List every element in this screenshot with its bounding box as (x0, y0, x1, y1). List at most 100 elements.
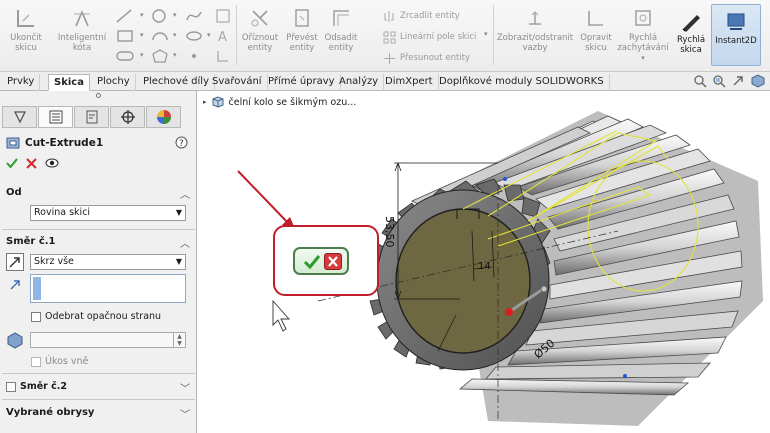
quick-snaps-dropdown[interactable]: ▾ (616, 53, 670, 63)
section-divider (2, 399, 195, 400)
tab-analyzy[interactable]: Analýzy (334, 74, 385, 91)
fillet-icon[interactable] (215, 48, 231, 64)
linear-pattern-dropdown[interactable]: ▾ (484, 30, 488, 38)
manager-tabs (2, 106, 196, 128)
ok-checkmark-icon[interactable] (6, 157, 18, 169)
circle-icon[interactable] (151, 8, 171, 24)
tab-plochy[interactable]: Plochy (92, 74, 136, 91)
line-dropdown[interactable]: ▾ (140, 11, 144, 19)
dimension-text-height[interactable]: 53,50 (383, 216, 396, 248)
line-icon[interactable] (115, 8, 137, 24)
convert-entities-label: Převést entity (286, 33, 318, 53)
end-condition-value: Skrz vše (34, 256, 74, 267)
rectangle-icon[interactable] (115, 28, 137, 44)
instant2d-button[interactable]: Instant2D (711, 4, 761, 66)
tab-doplnkove-moduly[interactable]: Doplňkové moduly SOLIDWORKS (434, 74, 610, 91)
rapid-sketch-button[interactable]: Rychlá skica (672, 4, 710, 66)
spin-buttons[interactable]: ▲ ▼ (173, 333, 185, 347)
section-od-title[interactable]: Od (6, 187, 22, 198)
point-icon[interactable] (185, 48, 205, 64)
polygon-dropdown[interactable]: ▾ (173, 51, 177, 59)
chevron-up-icon[interactable]: ︿ (180, 235, 190, 250)
end-condition-select[interactable]: Skrz vše ▼ (30, 254, 186, 270)
ribbon-separator (236, 5, 237, 65)
ellipse-dropdown[interactable]: ▾ (207, 31, 211, 39)
svg-text:?: ? (179, 139, 184, 149)
direction2-checkbox[interactable]: Směr č.2 (6, 381, 67, 392)
od-start-condition-select[interactable]: Rovina skici ▼ (30, 205, 186, 221)
spline-icon[interactable] (185, 8, 205, 24)
chevron-down-icon[interactable]: ﹀ (180, 380, 190, 395)
text-icon[interactable]: A (215, 28, 231, 44)
section-divider (2, 229, 195, 230)
panel-collapse-handle[interactable] (96, 93, 101, 98)
repair-sketch-label: Opravit skicu (580, 33, 612, 53)
checkbox-box (31, 356, 41, 367)
plane-icon[interactable] (215, 8, 231, 24)
rectangle-dropdown[interactable]: ▾ (140, 31, 144, 39)
dim-keyway-text[interactable]: 14 (478, 261, 491, 272)
trim-entities-label: Oříznout entity (241, 33, 279, 53)
arc-icon[interactable] (151, 28, 171, 44)
sketch-point[interactable] (503, 177, 507, 181)
tab-dimxpertmanager[interactable] (110, 106, 145, 128)
arc-dropdown[interactable]: ▾ (173, 31, 177, 39)
section-smer1-title[interactable]: Směr č.1 (6, 236, 56, 247)
rapid-sketch-icon (682, 15, 700, 32)
chevron-down-icon[interactable]: ﹀ (180, 406, 190, 421)
heads-up-view-toolbar (693, 74, 766, 88)
checkbox-box (6, 381, 16, 392)
flip-side-to-cut-checkbox[interactable]: Odebrat opačnou stranu (31, 311, 161, 322)
tab-svarovani[interactable]: Svařování (207, 74, 268, 91)
tab-propertymanager[interactable] (38, 106, 73, 128)
preview-eye-icon[interactable] (45, 157, 59, 169)
move-entities-button[interactable]: Přesunout entity (383, 50, 470, 66)
exit-sketch-button[interactable]: Ukončit skicu (4, 4, 48, 66)
tab-configurationmanager[interactable] (74, 106, 109, 128)
mirror-entities-button[interactable]: Zrcadlit entity (383, 8, 460, 24)
repair-sketch-button[interactable]: Opravit skicu (577, 4, 615, 66)
convert-entities-button[interactable]: Převést entity (283, 4, 321, 66)
sketch-point[interactable] (623, 374, 627, 378)
section-selected-contours-title[interactable]: Vybrané obrysy (6, 407, 94, 418)
tab-dimxpert[interactable]: DimXpert (380, 74, 439, 91)
tab-prime-upravy[interactable]: Přímé úpravy (263, 74, 341, 91)
draft-outward-label: Úkos vně (45, 356, 89, 367)
pm-action-buttons (6, 157, 59, 169)
zoom-to-fit-icon[interactable] (693, 74, 707, 88)
display-delete-relations-button[interactable]: Zobrazit/odstranit vazby (494, 4, 576, 66)
ellipse-icon[interactable] (185, 28, 205, 44)
tab-displaymanager[interactable] (146, 106, 181, 128)
previous-view-icon[interactable] (731, 74, 745, 88)
offset-entities-button[interactable]: Odsadit entity (322, 4, 360, 66)
reverse-direction-icon[interactable] (6, 253, 24, 271)
linear-pattern-icon (383, 31, 396, 43)
section-view-icon[interactable] (750, 74, 766, 88)
mirror-entities-label: Zrcadlit entity (400, 11, 460, 21)
tab-featuremanager[interactable] (2, 106, 37, 128)
draft-angle-input[interactable]: ▲ ▼ (30, 332, 186, 348)
circle-dropdown[interactable]: ▾ (173, 11, 177, 19)
cancel-x-icon[interactable] (26, 157, 37, 169)
draft-outward-checkbox[interactable]: Úkos vně (31, 356, 88, 367)
quick-snaps-button[interactable]: Rychlá zachytávání ▾ (616, 4, 670, 66)
confirm-ok-checkmark-icon[interactable] (303, 253, 321, 270)
tab-plechove-dily[interactable]: Plechové díly (138, 74, 215, 91)
polygon-icon[interactable] (151, 48, 171, 64)
linear-pattern-button[interactable]: Lineární pole skici (383, 29, 476, 45)
slot-icon[interactable] (115, 48, 137, 64)
zoom-to-area-icon[interactable] (712, 74, 726, 88)
display-delete-relations-label: Zobrazit/odstranit vazby (496, 33, 574, 53)
tab-skica[interactable]: Skica (48, 74, 90, 91)
move-icon (384, 52, 395, 64)
confirm-cancel-button[interactable] (324, 253, 342, 270)
quick-snaps-label: Rychlá zachytávání (617, 33, 669, 53)
help-icon[interactable]: ? (175, 136, 188, 149)
direction-selection-box[interactable] (30, 274, 186, 303)
sketch-bore-face (395, 208, 531, 354)
slot-dropdown[interactable]: ▾ (140, 51, 144, 59)
chevron-up-icon[interactable]: ︿ (180, 186, 190, 201)
tab-prvky[interactable]: Prvky (2, 74, 41, 91)
smart-dimension-button[interactable]: Inteligentní kóta (52, 4, 112, 66)
trim-entities-button[interactable]: Oříznout entity (238, 4, 282, 66)
